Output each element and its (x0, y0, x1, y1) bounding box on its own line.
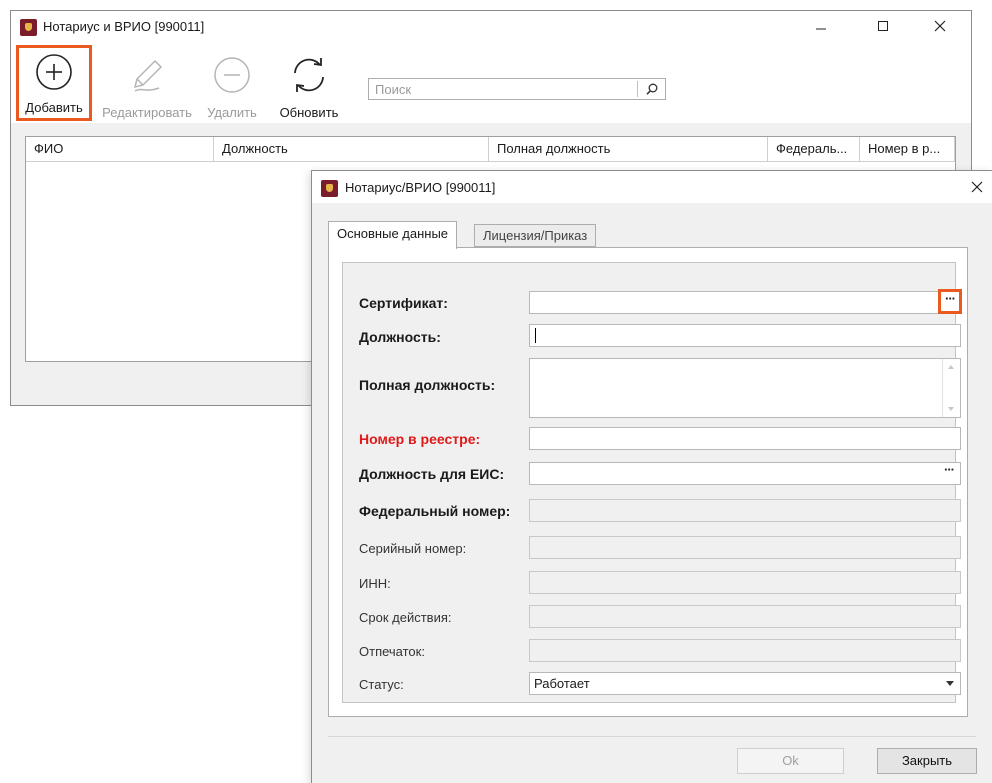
delete-button[interactable]: Удалить (201, 45, 263, 121)
main-window-title: Нотариус и ВРИО [990011] (43, 19, 205, 34)
refresh-button[interactable]: Обновить (269, 45, 349, 121)
main-title-bar: Нотариус и ВРИО [990011] (11, 11, 971, 41)
dialog-title: Нотариус/ВРИО [990011] (345, 180, 496, 195)
status-select[interactable]: Работает (529, 672, 961, 695)
edit-button[interactable]: Редактировать (97, 45, 197, 121)
notary-dialog: Нотариус/ВРИО [990011] Основные данные Л… (311, 170, 992, 783)
table-header: ФИО Должность Полная должность Федераль.… (26, 137, 955, 162)
full-position-field[interactable] (529, 358, 961, 418)
form-group: Сертификат: ··· Должность: Полная должно… (342, 262, 962, 703)
certificate-field[interactable]: ··· (529, 289, 962, 314)
full-position-textarea[interactable] (534, 361, 939, 415)
toolbar: Добавить Редактировать Удалить Обновить … (11, 41, 971, 123)
column-header-fio[interactable]: ФИО (26, 137, 214, 161)
plus-circle-icon (36, 54, 72, 90)
add-button[interactable]: Добавить (16, 45, 92, 121)
add-button-label: Добавить (25, 100, 83, 115)
inn-label: ИНН: (359, 576, 391, 591)
position-label: Должность: (359, 329, 441, 345)
position-input[interactable] (534, 327, 954, 342)
status-label: Статус: (359, 677, 404, 692)
full-position-scrollbar[interactable] (942, 359, 960, 417)
fingerprint-field (529, 639, 961, 662)
fingerprint-label: Отпечаток: (359, 644, 425, 659)
dialog-close-button[interactable] (962, 171, 992, 203)
app-logo-icon (20, 19, 37, 36)
close-icon (934, 20, 946, 32)
federal-number-field (529, 499, 961, 522)
federal-number-label: Федеральный номер: (359, 503, 511, 519)
app-logo-icon (321, 180, 338, 197)
delete-button-label: Удалить (207, 105, 257, 120)
registry-number-field[interactable] (529, 427, 961, 450)
dropdown-arrow-icon (946, 681, 954, 686)
tab-license-order[interactable]: Лицензия/Приказ (474, 224, 597, 247)
close-button[interactable]: Закрыть (877, 748, 977, 774)
validity-field (529, 605, 961, 628)
edit-button-label: Редактировать (102, 105, 192, 120)
close-window-button[interactable] (917, 11, 963, 41)
minus-circle-icon (214, 57, 250, 93)
eis-position-browse-button[interactable]: ··· (938, 463, 960, 484)
inn-field (529, 571, 961, 594)
refresh-icon (294, 58, 324, 92)
registry-number-label: Номер в реестре: (359, 431, 481, 447)
serial-number-field (529, 536, 961, 559)
tab-panel-main-data: Сертификат: ··· Должность: Полная должно… (328, 247, 968, 717)
eis-position-field[interactable]: ··· (529, 462, 961, 485)
eis-position-label: Должность для ЕИС: (359, 466, 505, 482)
search-icon[interactable] (645, 82, 659, 96)
certificate-input[interactable] (534, 294, 930, 309)
certificate-browse-button[interactable]: ··· (938, 289, 962, 314)
scroll-down-icon (948, 407, 954, 411)
status-selected-value: Работает (534, 676, 590, 691)
certificate-label: Сертификат: (359, 295, 448, 311)
minimize-icon (816, 28, 826, 30)
tab-main-data[interactable]: Основные данные (328, 221, 458, 249)
refresh-button-label: Обновить (279, 105, 339, 120)
serial-number-label: Серийный номер: (359, 541, 467, 556)
maximize-icon (878, 21, 888, 31)
column-header-federal-number[interactable]: Федераль... (768, 137, 860, 161)
ok-button[interactable]: Ok (737, 748, 844, 774)
eis-position-input[interactable] (534, 465, 930, 480)
close-icon (971, 181, 983, 193)
column-header-position[interactable]: Должность (214, 137, 489, 161)
column-header-full-position[interactable]: Полная должность (489, 137, 768, 161)
pencil-icon (133, 59, 163, 92)
position-field[interactable] (529, 324, 961, 347)
full-position-label: Полная должность: (359, 377, 496, 393)
minimize-button[interactable] (798, 11, 844, 41)
search-box (368, 78, 666, 100)
scroll-up-icon (948, 365, 954, 369)
registry-number-input[interactable] (534, 430, 954, 445)
dialog-separator (328, 736, 976, 737)
search-input[interactable] (375, 80, 635, 98)
search-separator (637, 81, 638, 97)
maximize-button[interactable] (860, 11, 906, 41)
validity-label: Срок действия: (359, 610, 452, 625)
dialog-title-bar: Нотариус/ВРИО [990011] (312, 171, 992, 203)
column-header-registry-number[interactable]: Номер в р... (860, 137, 955, 161)
